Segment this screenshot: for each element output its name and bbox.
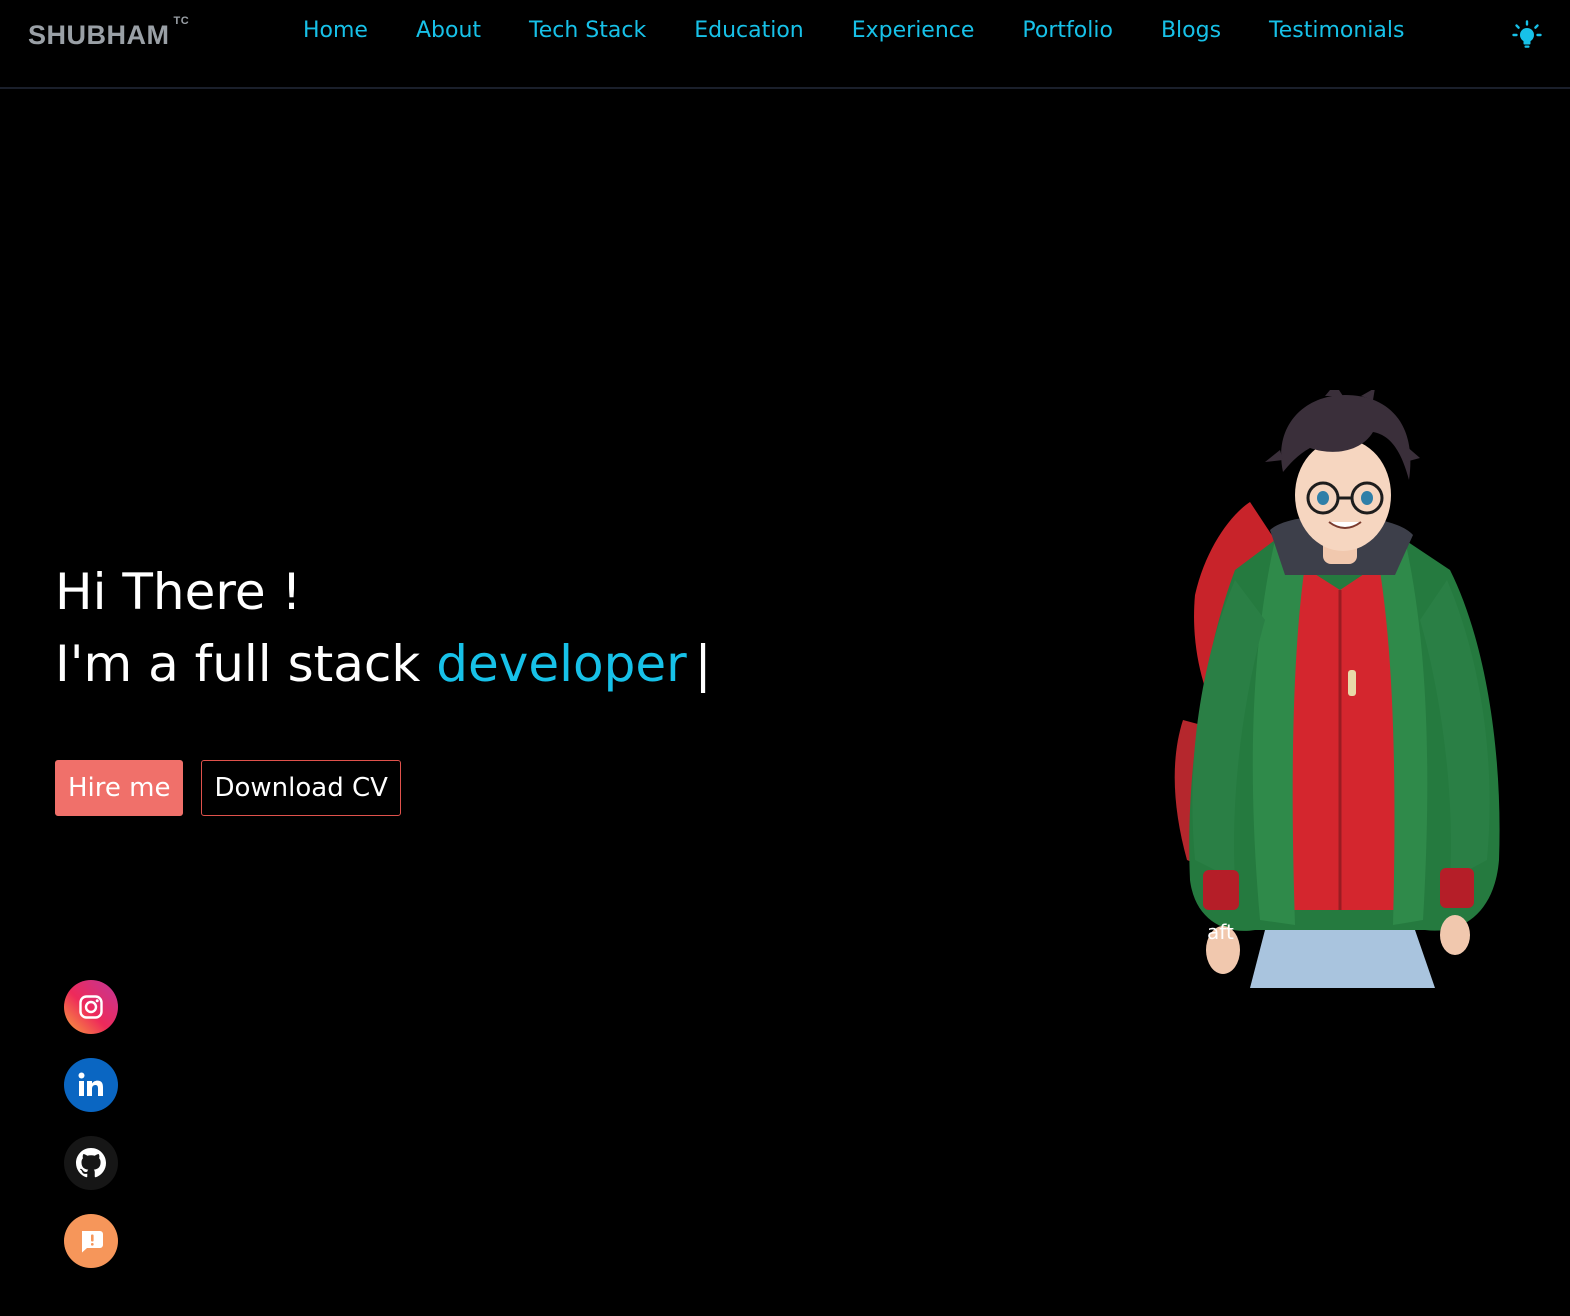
avatar-drawing — [1174, 384, 1500, 988]
nav-tech-stack[interactable]: Tech Stack — [529, 18, 646, 43]
nav-about[interactable]: About — [416, 18, 481, 43]
message-button[interactable] — [64, 1214, 118, 1268]
github-icon — [76, 1148, 106, 1178]
social-links — [64, 980, 118, 1268]
theme-toggle-button[interactable] — [1512, 20, 1542, 50]
brand-name: SHUBHAM — [28, 20, 170, 50]
chat-icon — [82, 1231, 103, 1253]
linkedin-button[interactable] — [64, 1058, 118, 1112]
github-button[interactable] — [64, 1136, 118, 1190]
hero-role: developer — [436, 635, 687, 693]
instagram-icon — [79, 995, 103, 1019]
nav-blogs[interactable]: Blogs — [1161, 18, 1221, 43]
lightbulb-icon — [1512, 20, 1542, 48]
main-nav: Home About Tech Stack Education Experien… — [303, 18, 1404, 43]
typing-cursor: | — [694, 635, 712, 693]
instagram-button[interactable] — [64, 980, 118, 1034]
nav-home[interactable]: Home — [303, 18, 368, 43]
hire-me-button[interactable]: Hire me — [55, 760, 184, 816]
avatar-watermark: aft — [1207, 920, 1234, 944]
hero-intro: I'm a full stack developer | — [55, 628, 712, 700]
hero-text: Hi There ! I'm a full stack developer | — [55, 556, 712, 700]
hero-greeting: Hi There ! — [55, 563, 302, 621]
nav-education[interactable]: Education — [694, 18, 804, 43]
hero-intro-prefix: I'm a full stack — [55, 635, 421, 693]
linkedin-icon — [78, 1072, 103, 1096]
top-navbar: SHUBHAM TC Home About Tech Stack Educatio… — [0, 0, 1570, 89]
nav-experience[interactable]: Experience — [852, 18, 975, 43]
brand-logo[interactable]: SHUBHAM TC — [28, 15, 189, 51]
avatar-illustration: aft — [1165, 384, 1510, 988]
nav-portfolio[interactable]: Portfolio — [1022, 18, 1113, 43]
download-cv-button[interactable]: Download CV — [201, 760, 401, 816]
hero-actions: Hire me Download CV — [55, 760, 401, 816]
brand-mark: TC — [173, 15, 190, 27]
nav-testimonials[interactable]: Testimonials — [1269, 18, 1404, 43]
